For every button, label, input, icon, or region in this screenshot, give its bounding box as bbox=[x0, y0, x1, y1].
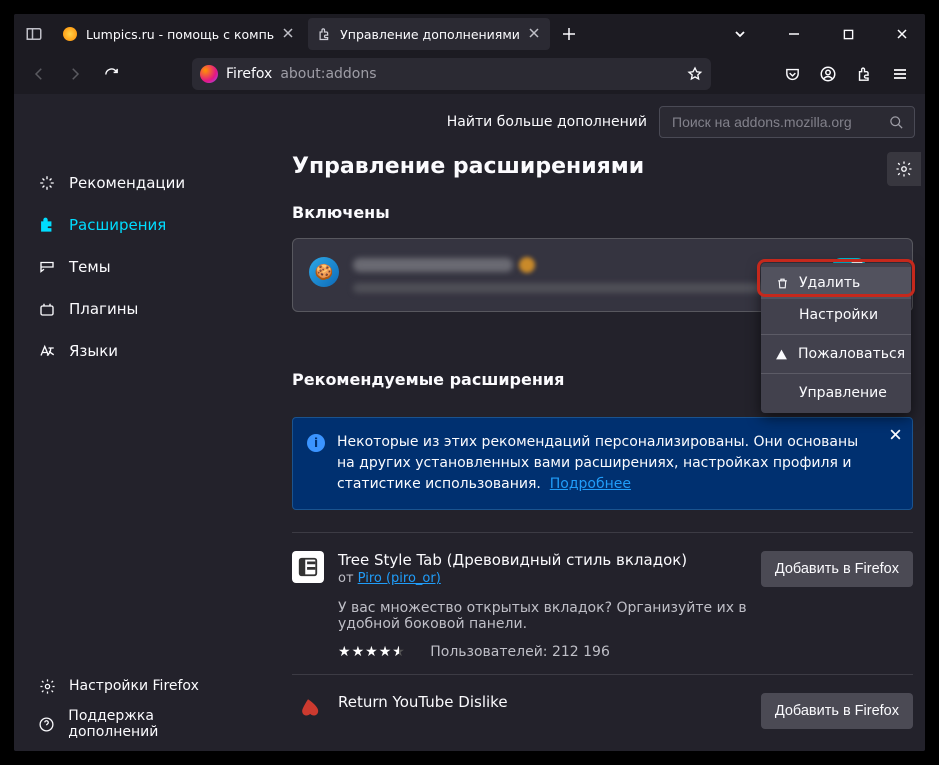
sidebar-item-plugins[interactable]: Плагины bbox=[14, 288, 262, 330]
language-icon bbox=[37, 342, 57, 360]
window-minimize-icon[interactable] bbox=[771, 14, 817, 54]
favicon-addons-icon bbox=[316, 26, 332, 42]
sidebar-label: Плагины bbox=[69, 300, 138, 318]
help-icon bbox=[37, 716, 56, 733]
urlbar-prefix: Firefox bbox=[226, 66, 272, 82]
urlbar-path: about:addons bbox=[280, 66, 376, 82]
ctx-manage[interactable]: Управление bbox=[761, 377, 911, 409]
ctx-remove[interactable]: Удалить bbox=[761, 267, 911, 299]
sparkle-icon bbox=[37, 174, 57, 192]
app-menu-icon[interactable] bbox=[885, 59, 915, 89]
sidebar: Рекомендации Расширения Темы bbox=[14, 150, 262, 751]
sidebar-label: Расширения bbox=[69, 216, 166, 234]
rec-author-prefix: от bbox=[338, 571, 358, 586]
add-to-firefox-button[interactable]: Добавить в Firefox bbox=[761, 693, 913, 729]
main-panel: Управление расширениями Включены 🍪 bbox=[262, 150, 925, 751]
recommended-card: Tree Style Tab (Древовидный стиль вкладо… bbox=[292, 532, 913, 674]
bookmark-star-icon[interactable] bbox=[687, 66, 703, 82]
sidebar-label: Настройки Firefox bbox=[69, 678, 199, 694]
brush-icon bbox=[37, 258, 57, 276]
plugin-icon bbox=[37, 300, 57, 318]
info-close-icon[interactable] bbox=[889, 428, 902, 441]
ctx-label: Удалить bbox=[799, 275, 860, 291]
toolbar: Firefox about:addons bbox=[14, 54, 925, 94]
ctx-report[interactable]: Пожаловаться bbox=[761, 338, 911, 370]
rec-icon bbox=[292, 693, 324, 725]
tab-close-icon[interactable] bbox=[528, 27, 542, 41]
extension-title bbox=[353, 257, 818, 273]
search-label: Найти больше дополнений bbox=[447, 114, 647, 130]
sidebar-item-addons-support[interactable]: Поддержка дополнений bbox=[14, 705, 262, 743]
window-maximize-icon[interactable] bbox=[825, 14, 871, 54]
rec-desc: У вас множество открытых вкладок? Органи… bbox=[338, 600, 747, 632]
ctx-label: Пожаловаться bbox=[798, 346, 905, 362]
puzzle-icon bbox=[37, 216, 57, 234]
content: Найти больше дополнений Рекомендации bbox=[14, 94, 925, 751]
sidebar-label: Рекомендации bbox=[69, 174, 185, 192]
extension-context-menu: Удалить Настройки Пожаловаться bbox=[761, 263, 911, 413]
sidebar-item-languages[interactable]: Языки bbox=[14, 330, 262, 372]
favicon-lumpics-icon bbox=[62, 26, 78, 42]
window-close-icon[interactable] bbox=[879, 14, 925, 54]
extension-icon: 🍪 bbox=[309, 257, 339, 287]
addons-search-input[interactable] bbox=[670, 113, 881, 131]
rec-title: Tree Style Tab (Древовидный стиль вкладо… bbox=[338, 551, 747, 569]
forward-button[interactable] bbox=[60, 59, 90, 89]
ctx-settings[interactable]: Настройки bbox=[761, 299, 911, 331]
workspace-icon[interactable] bbox=[22, 22, 46, 46]
firefox-logo-icon bbox=[200, 65, 218, 83]
urlbar[interactable]: Firefox about:addons bbox=[192, 58, 711, 90]
tab-addons[interactable]: Управление дополнениями bbox=[308, 18, 550, 50]
account-icon[interactable] bbox=[813, 59, 843, 89]
section-enabled-heading: Включены bbox=[292, 203, 925, 222]
extension-description bbox=[353, 283, 795, 293]
info-banner: i Некоторые из этих рекомендаций персона… bbox=[292, 417, 913, 510]
sidebar-label: Темы bbox=[69, 258, 111, 276]
addons-settings-button[interactable] bbox=[887, 152, 921, 186]
extensions-icon[interactable] bbox=[849, 59, 879, 89]
tab-label: Управление дополнениями bbox=[340, 27, 520, 42]
back-button[interactable] bbox=[24, 59, 54, 89]
tab-strip: Lumpics.ru - помощь с компь Управление д… bbox=[54, 18, 584, 50]
rec-author-link[interactable]: Piro (piro_or) bbox=[358, 571, 441, 586]
tab-close-icon[interactable] bbox=[282, 27, 296, 41]
sidebar-item-themes[interactable]: Темы bbox=[14, 246, 262, 288]
tab-lumpics[interactable]: Lumpics.ru - помощь с компь bbox=[54, 18, 304, 50]
search-row: Найти больше дополнений bbox=[14, 94, 925, 150]
titlebar: Lumpics.ru - помощь с компь Управление д… bbox=[14, 14, 925, 54]
warning-icon bbox=[775, 348, 788, 361]
trash-icon bbox=[775, 277, 789, 290]
recommended-card: Return YouTube Dislike Добавить в Firefo… bbox=[292, 674, 913, 743]
ctx-label: Настройки bbox=[799, 307, 878, 323]
info-link[interactable]: Подробнее bbox=[550, 476, 631, 492]
tab-label: Lumpics.ru - помощь с компь bbox=[86, 27, 274, 42]
ctx-label: Управление bbox=[799, 385, 887, 401]
sidebar-label: Поддержка дополнений bbox=[68, 708, 242, 740]
addons-search-box[interactable] bbox=[659, 106, 915, 138]
add-to-firefox-button[interactable]: Добавить в Firefox bbox=[761, 551, 913, 587]
page-title: Управление расширениями bbox=[292, 154, 925, 179]
rec-users: Пользователей: 212 196 bbox=[430, 644, 610, 660]
rec-stars: ★★★★★★ bbox=[338, 644, 406, 660]
rec-title: Return YouTube Dislike bbox=[338, 693, 747, 711]
browser-window: Lumpics.ru - помощь с компь Управление д… bbox=[14, 14, 925, 751]
rec-icon bbox=[292, 551, 324, 583]
sidebar-label: Языки bbox=[69, 342, 118, 360]
pocket-icon[interactable] bbox=[777, 59, 807, 89]
sidebar-item-firefox-settings[interactable]: Настройки Firefox bbox=[14, 667, 262, 705]
gear-icon bbox=[37, 678, 57, 695]
sidebar-item-extensions[interactable]: Расширения bbox=[14, 204, 262, 246]
reload-button[interactable] bbox=[96, 59, 126, 89]
sidebar-item-recommendations[interactable]: Рекомендации bbox=[14, 162, 262, 204]
info-icon: i bbox=[307, 434, 325, 452]
tabs-dropdown-icon[interactable] bbox=[717, 14, 763, 54]
search-icon[interactable] bbox=[889, 115, 904, 130]
new-tab-button[interactable] bbox=[554, 27, 584, 41]
